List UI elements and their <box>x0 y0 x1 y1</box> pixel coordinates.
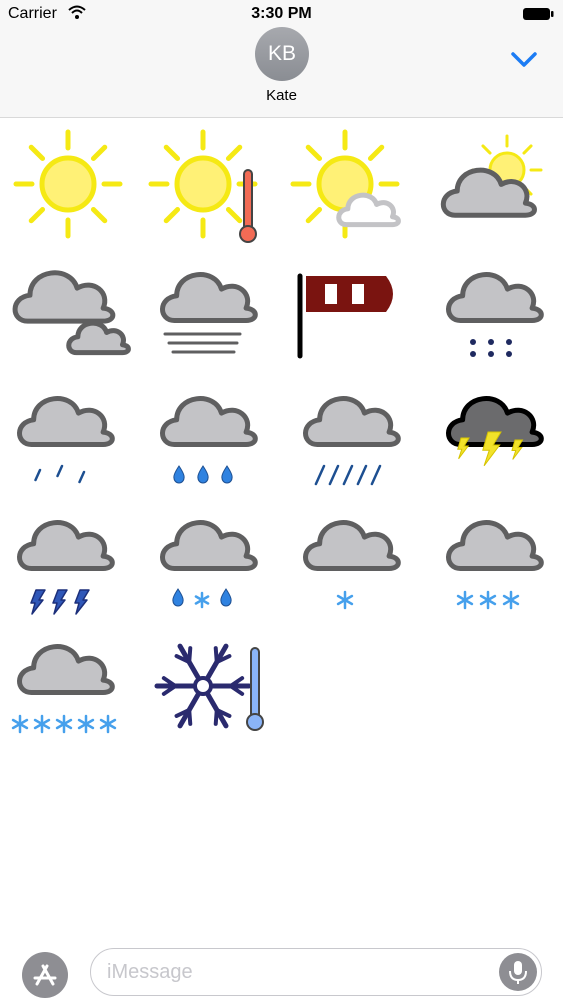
status-bar: Carrier 3:30 PM <box>0 0 563 30</box>
message-input-bar <box>0 938 563 1000</box>
rain-showers-icon[interactable] <box>147 370 275 494</box>
message-input[interactable] <box>107 949 487 995</box>
sunny-hot-icon[interactable] <box>147 122 275 246</box>
battery-icon <box>522 7 554 26</box>
cloudy-icon[interactable] <box>4 246 132 370</box>
app-store-icon[interactable] <box>22 952 68 998</box>
sunny-icon[interactable] <box>4 122 132 246</box>
freezing-cold-icon[interactable] <box>147 618 275 742</box>
windy-icon[interactable] <box>290 246 418 370</box>
chevron-down-icon[interactable] <box>509 48 539 70</box>
thunderstorm-icon[interactable] <box>433 370 561 494</box>
light-rain-icon[interactable] <box>4 370 132 494</box>
microphone-icon[interactable] <box>499 953 537 991</box>
sticker-grid <box>0 118 563 938</box>
heavy-rain-icon[interactable] <box>290 370 418 494</box>
hail-icon[interactable] <box>4 494 132 618</box>
message-field[interactable] <box>90 948 542 996</box>
conversation-header: KB Kate <box>0 27 563 118</box>
heavy-snow-icon[interactable] <box>4 618 132 742</box>
partly-cloudy-icon[interactable] <box>433 122 561 246</box>
contact-name[interactable]: Kate <box>0 87 563 104</box>
snow-icon[interactable] <box>433 494 561 618</box>
avatar[interactable]: KB <box>255 27 309 81</box>
status-time: 3:30 PM <box>251 5 312 22</box>
snow-flurry-icon[interactable] <box>290 494 418 618</box>
sunny-with-cloud-icon[interactable] <box>290 122 418 246</box>
fog-icon[interactable] <box>147 246 275 370</box>
sleet-icon[interactable] <box>147 494 275 618</box>
light-snow-icon[interactable] <box>433 246 561 370</box>
